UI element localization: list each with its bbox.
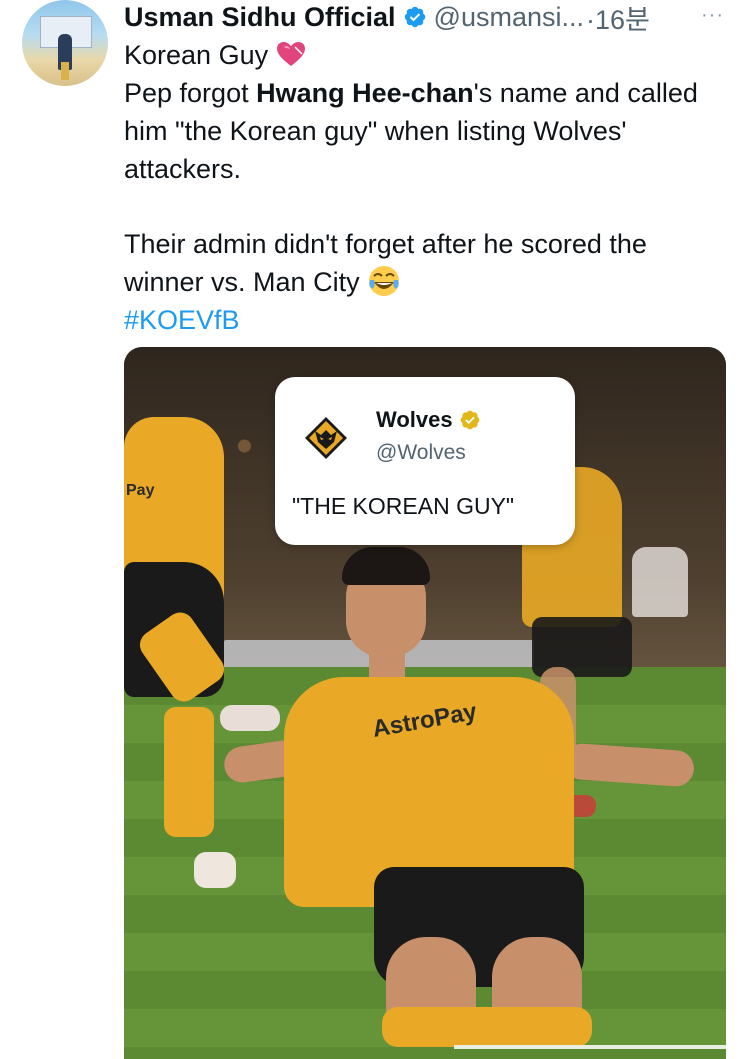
quoted-handle[interactable]: @Wolves xyxy=(376,441,466,465)
gold-verified-icon xyxy=(460,410,480,430)
author-handle[interactable]: @usmansi... xyxy=(434,2,584,33)
player-name: Hwang Hee-chan xyxy=(256,78,474,108)
wolves-logo xyxy=(305,417,347,459)
more-icon[interactable]: ··· xyxy=(701,4,724,27)
left-player-boot xyxy=(220,705,280,731)
tweet-header: Usman Sidhu Official @usmansi... ·16분 xyxy=(124,0,650,37)
player-hair xyxy=(342,547,430,585)
quoted-text: "THE KOREAN GUY" xyxy=(292,493,515,519)
tweet-para1: Pep forgot Hwang Hee-chan's name and cal… xyxy=(124,78,698,184)
tweet-text: Korean Guy Pep forgot Hwang Hee-chan's n… xyxy=(124,36,724,339)
left-player-sock xyxy=(164,707,214,837)
hashtag-link[interactable]: #KOEVfB xyxy=(124,301,724,339)
avatar-legs xyxy=(61,62,69,80)
heart-emoji xyxy=(276,42,305,66)
left-player-sponsor: Pay xyxy=(126,482,155,499)
tweet-para2: Their admin didn't forget after he score… xyxy=(124,229,647,297)
tweet-time[interactable]: ·16분 xyxy=(586,0,650,37)
author-name[interactable]: Usman Sidhu Official xyxy=(124,2,396,33)
left-player-boot2 xyxy=(194,852,236,888)
background-player xyxy=(632,547,688,617)
tweet-line1: Korean Guy xyxy=(124,36,724,74)
quoted-name[interactable]: Wolves xyxy=(376,407,481,433)
player-socks xyxy=(382,1007,592,1047)
right-player-shorts xyxy=(532,617,632,677)
author-avatar[interactable] xyxy=(22,0,108,86)
pitch-line xyxy=(454,1045,726,1049)
quoted-tweet-card[interactable]: Wolves @Wolves "THE KOREAN GUY" xyxy=(275,377,575,545)
laughing-emoji xyxy=(369,266,400,296)
verified-icon xyxy=(404,6,425,28)
